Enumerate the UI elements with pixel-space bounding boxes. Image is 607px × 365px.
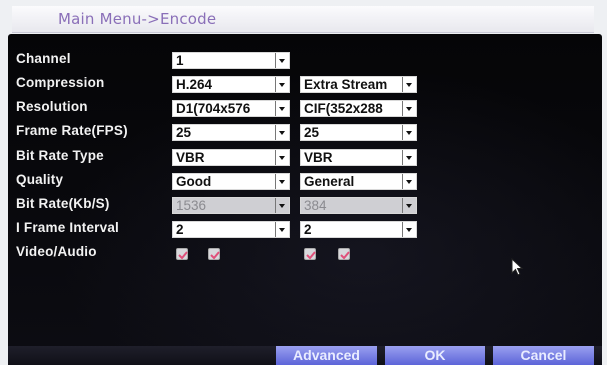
extra-i-frame-interval-select[interactable]: 2 [300,221,417,238]
quality-label: Quality [16,172,64,187]
check-icon [210,251,220,260]
bit-rate-type-label: Bit Rate Type [16,148,104,163]
extra-quality-select[interactable]: General [300,173,417,190]
chevron-down-icon[interactable] [402,150,416,165]
channel-label: Channel [16,51,71,66]
chevron-down-icon[interactable] [275,125,289,140]
extra-bit-rate-type-value: VBR [304,150,333,165]
frame-rate-value: 25 [176,125,192,140]
mouse-cursor-icon [511,258,524,276]
extra-bit-rate-type-select[interactable]: VBR [300,149,417,166]
quality-select[interactable]: Good [172,173,290,190]
chevron-down-icon [402,198,416,213]
chevron-down-icon[interactable] [275,174,289,189]
ok-button[interactable]: OK [385,346,485,365]
extra-bit-rate-value: 384 [304,198,327,213]
extra-i-frame-interval-value: 2 [304,222,312,237]
extra-stream-value: Extra Stream [304,77,388,92]
bit-rate-select: 1536 [172,197,290,214]
bit-rate-type-select[interactable]: VBR [172,149,290,166]
extra-resolution-value: CIF(352x288 [304,101,383,116]
chevron-down-icon[interactable] [402,77,416,92]
bit-rate-value: 1536 [176,198,207,213]
quality-value: Good [176,174,212,189]
chevron-down-icon [275,198,289,213]
compression-select[interactable]: H.264 [172,76,290,93]
title-bar: Main Menu->Encode [12,6,594,33]
frame-rate-select[interactable]: 25 [172,124,290,141]
chevron-down-icon[interactable] [275,222,289,237]
compression-value: H.264 [176,77,213,92]
check-icon [178,251,188,260]
compression-label: Compression [16,75,105,90]
video-audio-label: Video/Audio [16,244,97,259]
check-icon [306,251,316,260]
chevron-down-icon[interactable] [275,150,289,165]
encode-screen: Main Menu->Encode Channel Compression Re… [0,0,607,365]
main-audio-checkbox[interactable] [208,248,220,260]
cancel-button[interactable]: Cancel [493,346,594,365]
bit-rate-label: Bit Rate(Kb/S) [16,196,110,211]
chevron-down-icon[interactable] [402,222,416,237]
extra-frame-rate-value: 25 [304,125,320,140]
resolution-value: D1(704x576 [176,101,251,116]
i-frame-interval-label: I Frame Interval [16,220,119,235]
extra-audio-checkbox[interactable] [338,248,350,260]
chevron-down-icon[interactable] [275,101,289,116]
chevron-down-icon[interactable] [402,125,416,140]
channel-value: 1 [176,53,184,68]
extra-bit-rate-select: 384 [300,197,417,214]
page-title: Main Menu->Encode [58,10,217,28]
chevron-down-icon[interactable] [402,101,416,116]
extra-resolution-select[interactable]: CIF(352x288 [300,100,417,117]
channel-select[interactable]: 1 [172,52,290,69]
chevron-down-icon[interactable] [275,77,289,92]
check-icon [340,251,350,260]
resolution-select[interactable]: D1(704x576 [172,100,290,117]
chevron-down-icon[interactable] [275,53,289,68]
main-video-checkbox[interactable] [176,248,188,260]
frame-rate-label: Frame Rate(FPS) [16,123,128,138]
i-frame-interval-select[interactable]: 2 [172,221,290,238]
resolution-label: Resolution [16,99,88,114]
i-frame-interval-value: 2 [176,222,184,237]
extra-frame-rate-select[interactable]: 25 [300,124,417,141]
advanced-button[interactable]: Advanced [276,346,377,365]
bit-rate-type-value: VBR [176,150,205,165]
extra-video-checkbox[interactable] [304,248,316,260]
chevron-down-icon[interactable] [402,174,416,189]
extra-stream-select[interactable]: Extra Stream [300,76,417,93]
extra-quality-value: General [304,174,355,189]
